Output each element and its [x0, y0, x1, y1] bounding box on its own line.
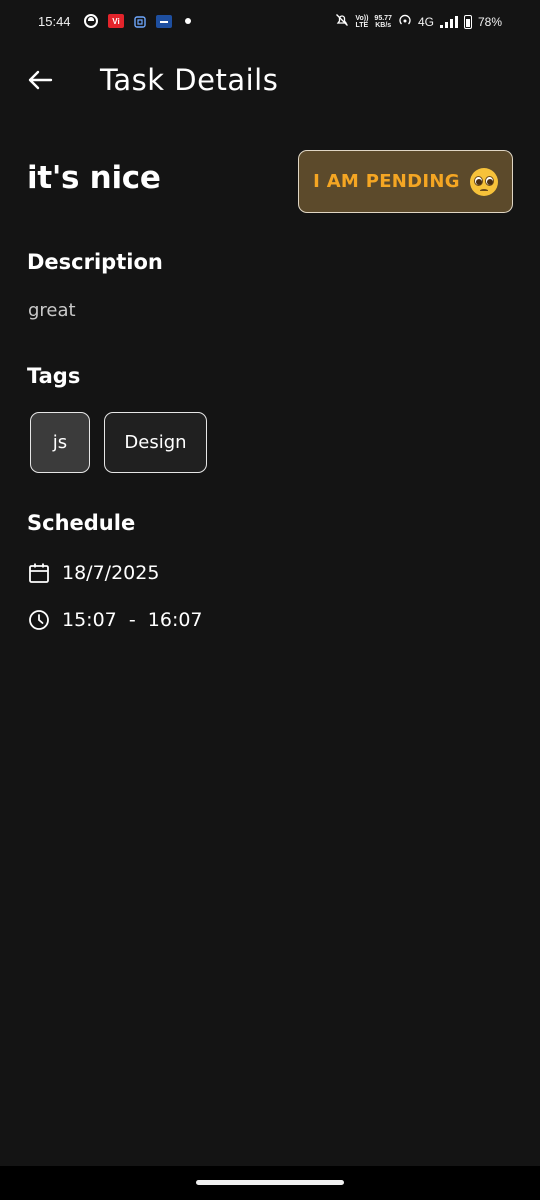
battery-percent: 78%	[477, 14, 502, 29]
schedule-time-range: 15:07 - 16:07	[62, 609, 203, 631]
speed-unit: KB/s	[375, 21, 392, 29]
clock-icon	[28, 609, 50, 631]
data-speed: 95.77 KB/s	[374, 15, 392, 29]
tag-list: js Design	[30, 412, 207, 473]
network-type: 4G	[417, 14, 434, 29]
speed-value: 95.77	[374, 14, 392, 22]
app-header: Task Details	[0, 56, 540, 108]
pleading-face-icon	[469, 167, 498, 196]
schedule-date: 18/7/2025	[62, 562, 160, 584]
mute-icon	[335, 13, 349, 30]
status-badge[interactable]: I AM PENDING	[298, 150, 513, 213]
arrow-left-icon	[27, 69, 53, 95]
hotspot-icon	[398, 13, 412, 30]
calendar-icon	[28, 562, 50, 584]
back-button[interactable]	[20, 64, 60, 100]
signal-icon	[439, 15, 458, 28]
tags-heading: Tags	[27, 364, 81, 388]
task-title: it's nice	[27, 160, 161, 196]
description-heading: Description	[27, 250, 163, 274]
system-nav-bar	[0, 1166, 540, 1200]
page-title: Task Details	[100, 63, 279, 97]
task-details-screen: 15:44 Vi Vo)) LTE 95.77 KB/s 4G 78% Task…	[0, 0, 540, 1200]
status-label: I AM PENDING	[313, 171, 460, 192]
tag-chip[interactable]: Design	[104, 412, 207, 473]
description-text: great	[28, 300, 76, 321]
status-time: 15:44	[38, 14, 71, 29]
schedule-heading: Schedule	[27, 511, 136, 535]
volte-top: Vo))	[355, 14, 369, 22]
tag-chip[interactable]: js	[30, 412, 90, 473]
schedule-date-row: 18/7/2025	[28, 562, 159, 584]
schedule-time-row: 15:07 - 16:07	[28, 609, 203, 631]
vi-app-icon: Vi	[108, 14, 124, 28]
volte-indicator: Vo)) LTE	[355, 15, 368, 29]
status-bar: 15:44 Vi Vo)) LTE 95.77 KB/s 4G 78%	[0, 0, 540, 44]
status-right-group: Vo)) LTE 95.77 KB/s 4G 78%	[335, 13, 502, 30]
home-indicator[interactable]	[196, 1180, 344, 1185]
volte-bottom: LTE	[355, 21, 369, 29]
battery-icon	[463, 14, 472, 29]
app-notification-icon	[133, 14, 147, 30]
blue-app-icon	[156, 15, 172, 28]
more-notifications-dot	[185, 18, 191, 24]
notification-app-icon	[84, 14, 98, 28]
